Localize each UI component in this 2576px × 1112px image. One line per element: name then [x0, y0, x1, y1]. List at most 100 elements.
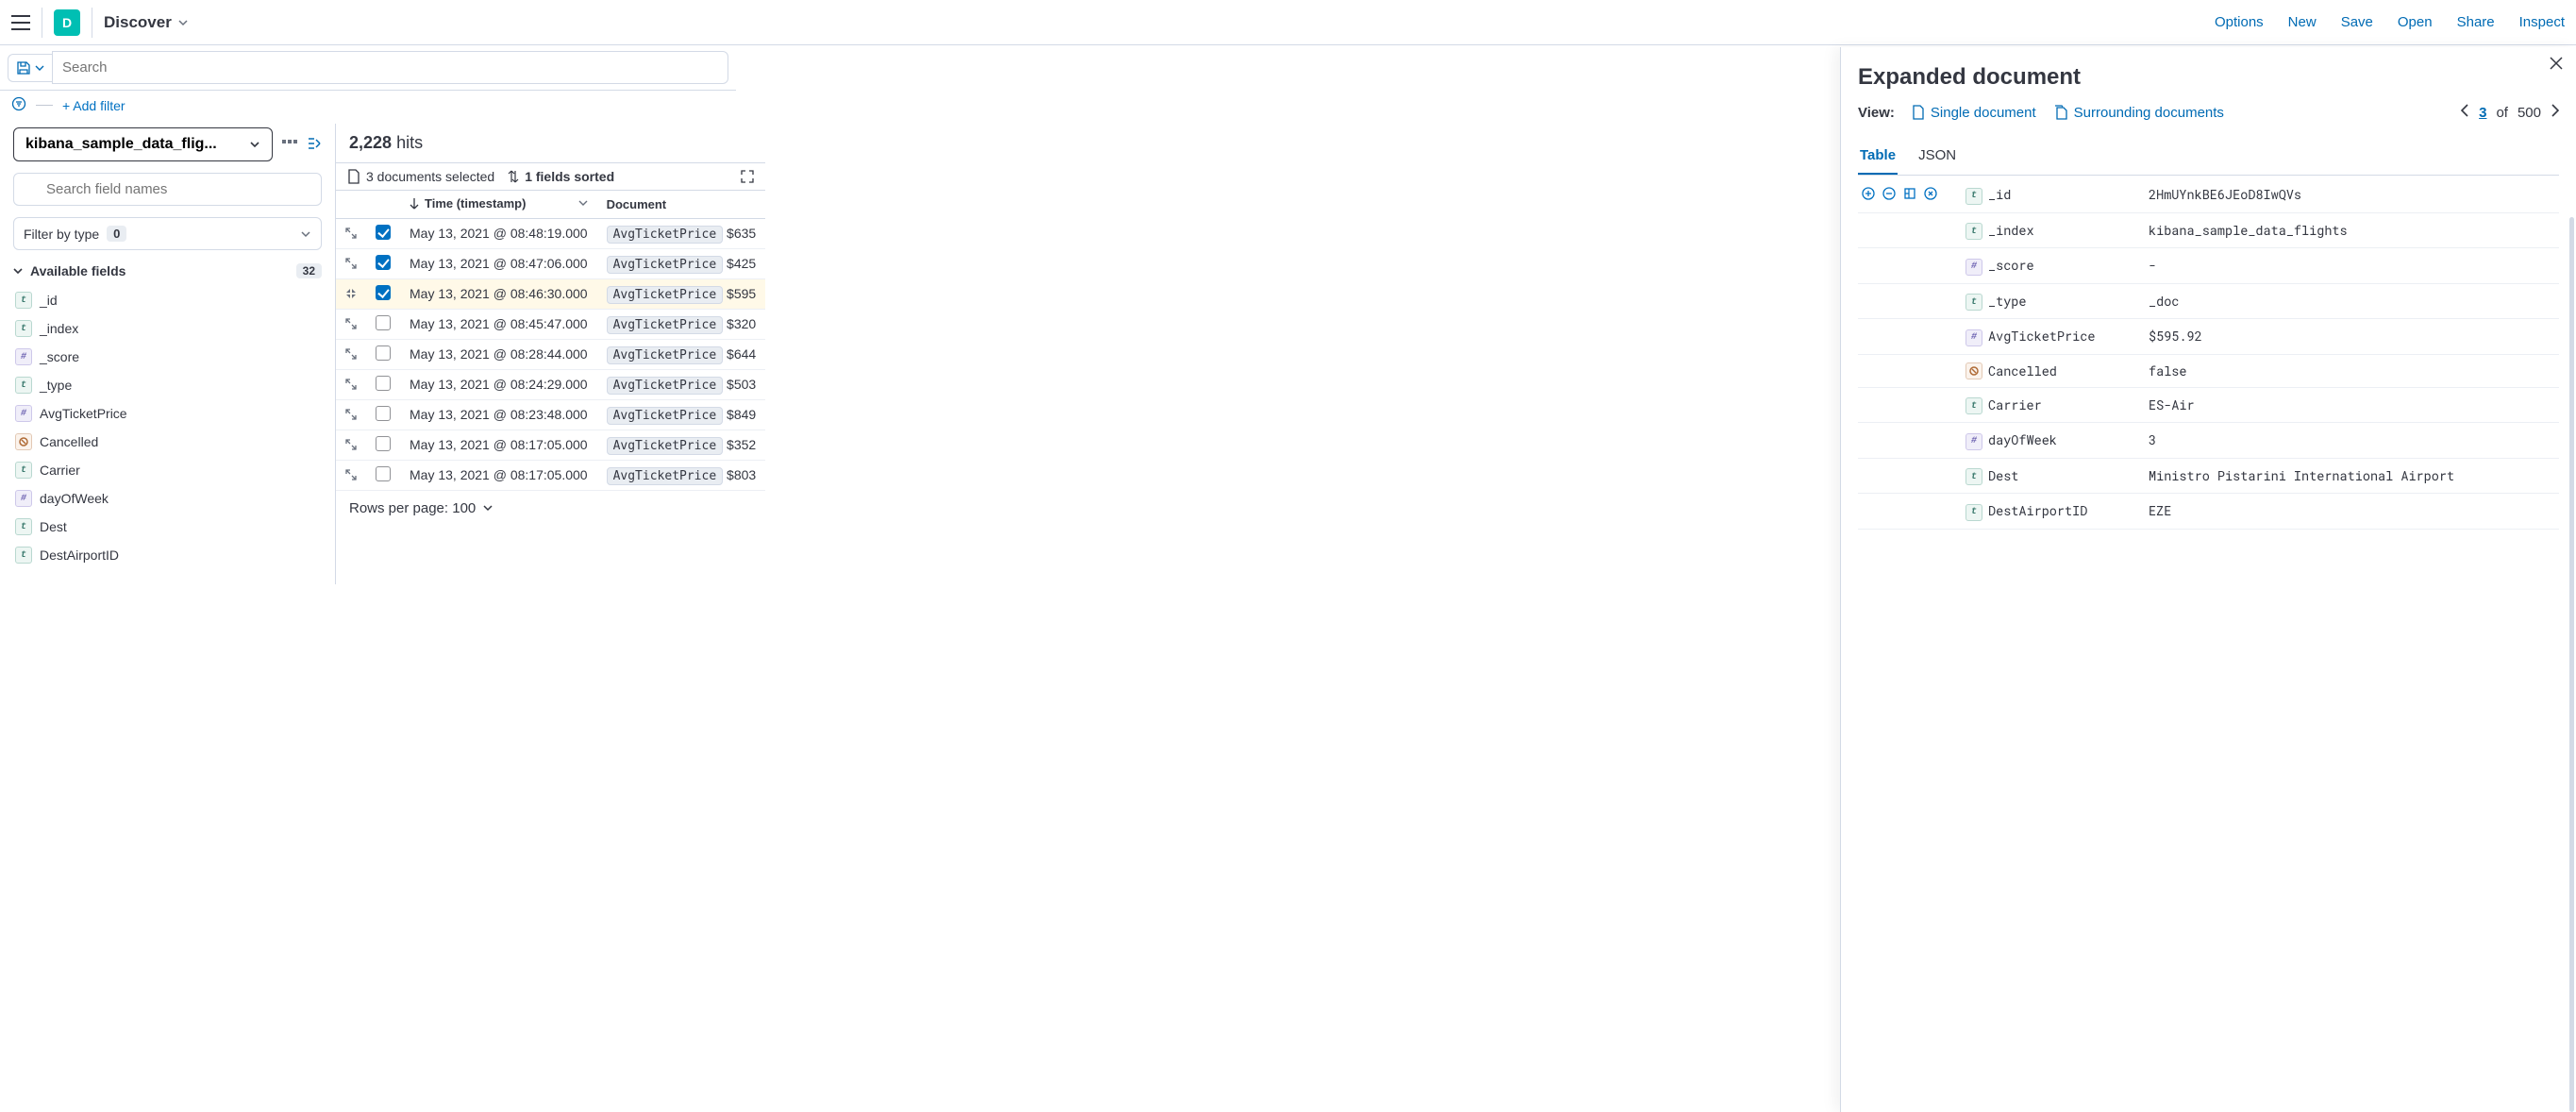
hits-header: 2,228 hits [336, 124, 765, 162]
menu-icon[interactable] [11, 15, 30, 30]
doc-field-value: Ministro Pistarini International Airport [2149, 467, 2555, 484]
row-checkbox[interactable] [376, 315, 391, 330]
app-title[interactable]: Discover [104, 13, 189, 32]
expand-row-icon[interactable] [336, 399, 366, 430]
link-inspect[interactable]: Inspect [2519, 14, 2565, 30]
row-document: AvgTicketPrice $595 [597, 278, 766, 309]
add-filter-button[interactable]: + Add filter [62, 98, 125, 113]
field-item[interactable]: t_type [13, 371, 322, 399]
sidebar: kibana_sample_data_flig... Filter by typ… [0, 124, 335, 584]
sorted-fields[interactable]: 1 fields sorted [508, 169, 614, 184]
field-item[interactable]: t_index [13, 314, 322, 343]
doc-field-name: _type [1988, 293, 2149, 310]
expand-row-icon[interactable] [336, 339, 366, 369]
table-row[interactable]: May 13, 2021 @ 08:17:05.000AvgTicketPric… [336, 430, 765, 460]
filter-by-type-button[interactable]: Filter by type 0 [13, 217, 322, 250]
link-share[interactable]: Share [2457, 14, 2495, 30]
row-checkbox[interactable] [376, 225, 391, 240]
doc-field-value: 3 [2149, 431, 2555, 448]
row-checkbox[interactable] [376, 345, 391, 361]
expand-row-icon[interactable] [336, 248, 366, 278]
rows-per-page[interactable]: Rows per page: 100 [336, 491, 765, 526]
index-pattern-button[interactable]: kibana_sample_data_flig... [13, 127, 273, 161]
field-search-input[interactable] [13, 173, 322, 206]
row-checkbox[interactable] [376, 255, 391, 270]
view-row: View: Single document Surrounding docume… [1858, 104, 2559, 121]
doc-field-name: _index [1988, 222, 2149, 239]
tab-table[interactable]: Table [1858, 140, 1898, 175]
row-checkbox[interactable] [376, 466, 391, 481]
field-list: t_idt_index#_scoret_type#AvgTicketPriceC… [13, 286, 322, 569]
field-item[interactable]: tDestAirportID [13, 541, 322, 569]
field-item[interactable]: #dayOfWeek [13, 484, 322, 513]
hits-label: hits [396, 133, 423, 152]
field-item[interactable]: #AvgTicketPrice [13, 399, 322, 428]
fullscreen-icon[interactable] [741, 170, 754, 183]
close-icon[interactable] [2550, 57, 2563, 73]
collapse-sidebar-icon[interactable] [307, 137, 322, 153]
scrollbar[interactable] [2569, 217, 2574, 1112]
field-search-wrap [13, 173, 322, 206]
table-row[interactable]: May 13, 2021 @ 08:45:47.000AvgTicketPric… [336, 309, 765, 339]
filter-for-icon[interactable] [1862, 187, 1875, 203]
exists-filter-icon[interactable] [1924, 187, 1937, 203]
expand-row-icon[interactable] [336, 369, 366, 399]
link-open[interactable]: Open [2398, 14, 2433, 30]
expand-row-icon[interactable] [336, 309, 366, 339]
pager-next[interactable] [2551, 104, 2559, 121]
chevron-down-icon[interactable] [578, 198, 588, 208]
filter-by-type-count: 0 [107, 226, 126, 242]
arrow-down-icon[interactable] [410, 198, 419, 210]
expand-row-icon[interactable] [336, 460, 366, 490]
row-price: $849 [723, 407, 756, 422]
expand-row-icon[interactable] [336, 430, 366, 460]
filter-icon[interactable] [11, 96, 26, 114]
row-checkbox[interactable] [376, 285, 391, 300]
field-pill: AvgTicketPrice [607, 467, 724, 485]
pager-prev[interactable] [2461, 104, 2469, 121]
col-time[interactable]: Time (timestamp) [425, 196, 526, 211]
field-item[interactable]: tCarrier [13, 456, 322, 484]
expand-row-icon[interactable] [336, 218, 366, 248]
col-doc[interactable]: Document [597, 191, 766, 218]
filter-out-icon[interactable] [1882, 187, 1896, 203]
single-document-link[interactable]: Single document [1912, 105, 2036, 121]
link-options[interactable]: Options [2215, 14, 2264, 30]
collapse-row-icon[interactable] [336, 278, 366, 309]
field-stats-icon[interactable] [282, 137, 297, 152]
search-input[interactable] [52, 51, 728, 84]
index-pattern-row: kibana_sample_data_flig... [13, 127, 322, 161]
filter-by-type-label: Filter by type [24, 227, 99, 242]
field-item[interactable]: Cancelled [13, 428, 322, 456]
row-checkbox[interactable] [376, 436, 391, 451]
row-checkbox[interactable] [376, 406, 391, 421]
field-pill: AvgTicketPrice [607, 256, 724, 274]
tab-json[interactable]: JSON [1916, 140, 1958, 175]
doc-field-row: #AvgTicketPrice$595.92 [1858, 319, 2559, 355]
doc-field-value: 2HmUYnkBE6JEoD8IwQVs [2149, 186, 2555, 203]
surrounding-documents-link[interactable]: Surrounding documents [2053, 105, 2224, 121]
table-row[interactable]: May 13, 2021 @ 08:46:30.000AvgTicketPric… [336, 278, 765, 309]
number-type-icon: # [1965, 329, 1982, 346]
field-item[interactable]: t_id [13, 286, 322, 314]
link-new[interactable]: New [2288, 14, 2317, 30]
app-badge[interactable]: D [54, 9, 80, 36]
link-save[interactable]: Save [2341, 14, 2373, 30]
field-item[interactable]: t Dest [13, 513, 322, 541]
saved-query-button[interactable] [8, 54, 52, 82]
text-type-icon: t [15, 320, 32, 337]
table-row[interactable]: May 13, 2021 @ 08:17:05.000AvgTicketPric… [336, 460, 765, 490]
text-type-icon: t [15, 518, 32, 535]
table-row[interactable]: May 13, 2021 @ 08:23:48.000AvgTicketPric… [336, 399, 765, 430]
table-row[interactable]: May 13, 2021 @ 08:48:19.000AvgTicketPric… [336, 218, 765, 248]
selected-docs[interactable]: 3 documents selected [347, 169, 494, 184]
available-fields-header[interactable]: Available fields 32 [13, 263, 322, 278]
field-name: Dest [40, 519, 67, 534]
table-row[interactable]: May 13, 2021 @ 08:47:06.000AvgTicketPric… [336, 248, 765, 278]
row-checkbox[interactable] [376, 376, 391, 391]
index-pattern-label: kibana_sample_data_flig... [25, 136, 217, 153]
table-row[interactable]: May 13, 2021 @ 08:28:44.000AvgTicketPric… [336, 339, 765, 369]
table-row[interactable]: May 13, 2021 @ 08:24:29.000AvgTicketPric… [336, 369, 765, 399]
field-item[interactable]: #_score [13, 343, 322, 371]
toggle-column-icon[interactable] [1903, 187, 1916, 203]
